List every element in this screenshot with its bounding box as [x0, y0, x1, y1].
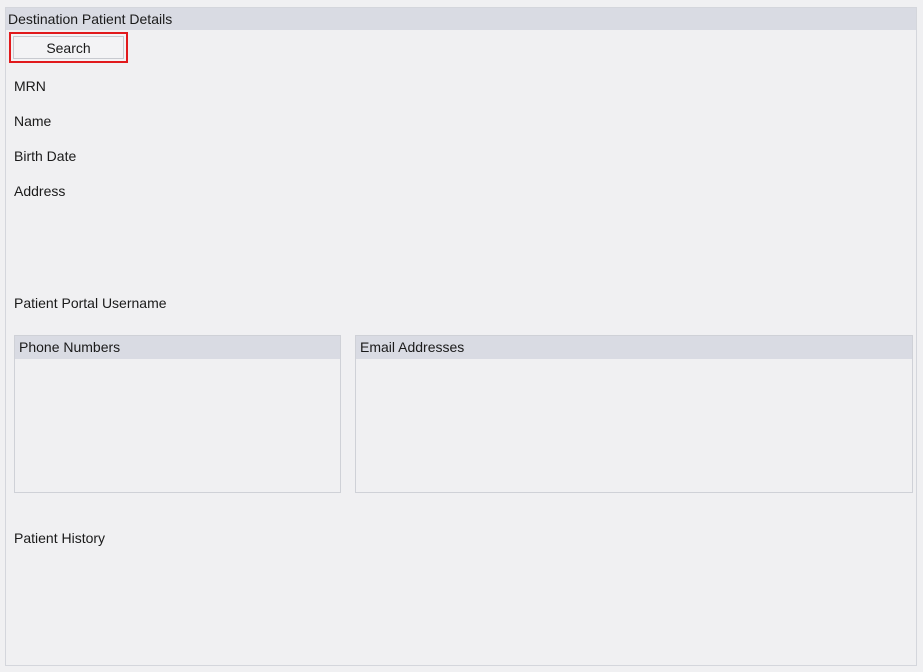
- portal-username-label: Patient Portal Username: [14, 295, 167, 311]
- phone-numbers-header: Phone Numbers: [15, 336, 340, 359]
- phone-numbers-list[interactable]: Phone Numbers: [14, 335, 341, 493]
- search-button-label: Search: [13, 36, 124, 59]
- name-label: Name: [14, 113, 52, 129]
- search-button[interactable]: Search: [9, 32, 128, 63]
- patient-history-label: Patient History: [14, 530, 106, 546]
- destination-patient-details-panel: Destination Patient Details Search MRN N…: [5, 7, 917, 666]
- mrn-label: MRN: [14, 78, 46, 94]
- email-addresses-list[interactable]: Email Addresses: [355, 335, 913, 493]
- address-label: Address: [14, 183, 66, 199]
- panel-title: Destination Patient Details: [6, 8, 916, 30]
- birth-date-label: Birth Date: [14, 148, 77, 164]
- email-addresses-header: Email Addresses: [356, 336, 912, 359]
